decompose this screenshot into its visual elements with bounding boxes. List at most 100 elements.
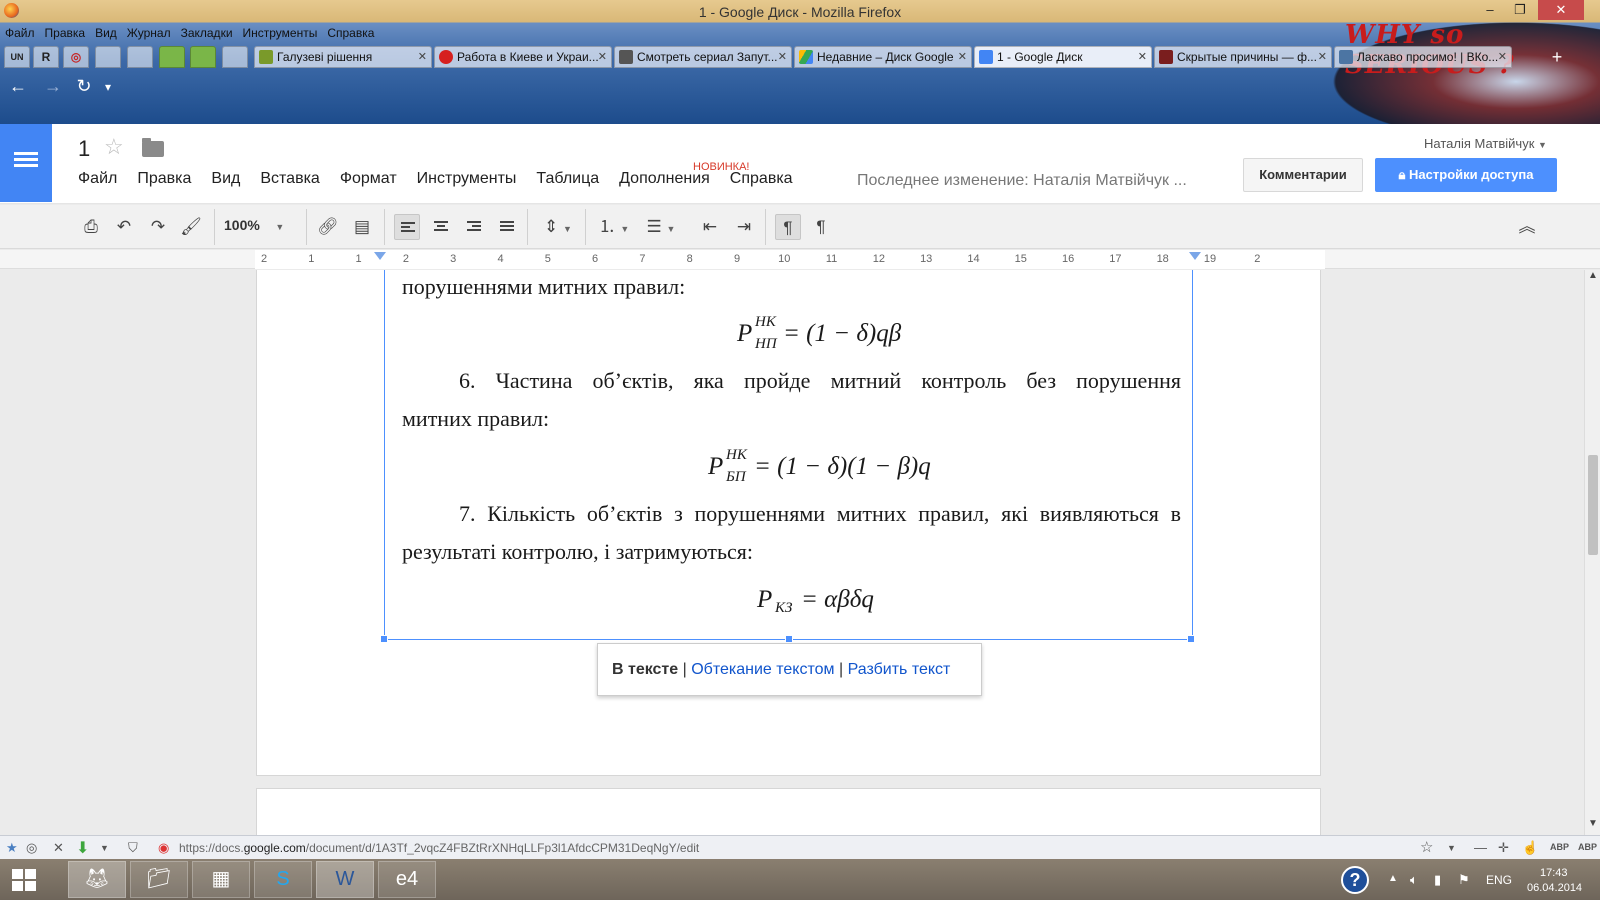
pinned-tab-5[interactable] bbox=[127, 46, 153, 68]
wrap-inline-option[interactable]: В тексте bbox=[612, 661, 678, 678]
file-explorer-taskbar-icon[interactable]: 📁︎ bbox=[130, 861, 188, 898]
tab-close-icon[interactable]: ✕ bbox=[598, 47, 607, 67]
url-field[interactable]: https://docs.google.com/document/d/1A3Tf… bbox=[179, 841, 699, 855]
tab-vk[interactable]: Ласкаво просимо! | ВКо... ✕ bbox=[1334, 46, 1512, 68]
menu-tools[interactable]: Инструменты bbox=[238, 24, 323, 42]
shield-icon[interactable]: ⛉ bbox=[128, 840, 138, 856]
tab-hh-jobs[interactable]: Работа в Киеве и Украи... ✕ bbox=[434, 46, 612, 68]
numbered-list-icon[interactable]: ⒈ ▼ bbox=[594, 214, 634, 240]
tab-close-icon[interactable]: ✕ bbox=[418, 47, 427, 67]
menu-view[interactable]: Вид bbox=[90, 24, 122, 42]
pinned-tab-6[interactable] bbox=[159, 46, 185, 68]
menu-help[interactable]: Справка bbox=[322, 24, 379, 42]
close-window-icon[interactable]: ✕ bbox=[1538, 0, 1584, 20]
tab-google-doc-active[interactable]: 1 - Google Диск ✕ bbox=[974, 46, 1152, 68]
pinned-tab-4[interactable] bbox=[95, 46, 121, 68]
share-button[interactable]: 🔒︎ Настройки доступа bbox=[1375, 158, 1557, 192]
tab-close-icon[interactable]: ✕ bbox=[778, 47, 787, 67]
scrollbar-thumb[interactable] bbox=[1588, 455, 1598, 555]
docs-menu-addons[interactable]: Дополнения bbox=[609, 170, 720, 188]
new-tab-plus-icon[interactable]: + bbox=[1546, 48, 1568, 68]
align-right-icon[interactable] bbox=[461, 214, 487, 240]
undo-icon[interactable]: ↶ bbox=[111, 214, 137, 240]
increase-indent-icon[interactable]: ⇥ bbox=[731, 214, 757, 240]
language-indicator[interactable]: ENG bbox=[1486, 873, 1512, 887]
align-left-icon[interactable] bbox=[394, 214, 420, 240]
help-question-icon[interactable]: ? bbox=[1341, 866, 1369, 894]
pinned-tab-un[interactable]: UN bbox=[4, 46, 30, 68]
close-icon[interactable]: ✕ bbox=[53, 840, 64, 856]
document-page-next[interactable] bbox=[256, 788, 1321, 835]
window-titlebar[interactable]: 1 - Google Диск - Mozilla Firefox – ❐ ✕ bbox=[0, 0, 1600, 23]
menu-edit[interactable]: Правка bbox=[40, 24, 91, 42]
back-arrow-icon[interactable]: ← bbox=[6, 76, 30, 97]
show-hidden-icons-chevron-icon[interactable]: ▲ bbox=[1388, 873, 1398, 884]
e4-taskbar-icon[interactable]: e4 bbox=[378, 861, 436, 898]
last-edit-link[interactable]: Последнее изменение: Наталія Матвійчук .… bbox=[857, 172, 1187, 190]
sync-icon[interactable]: ◎ bbox=[26, 840, 37, 856]
tab-series[interactable]: Смотреть сериал Запут... ✕ bbox=[614, 46, 792, 68]
tab-industry-solutions[interactable]: Галузеві рішення ✕ bbox=[254, 46, 432, 68]
menu-history[interactable]: Журнал bbox=[122, 24, 176, 42]
flag-icon[interactable]: ⚑ bbox=[1458, 872, 1470, 888]
pinned-tab-8[interactable] bbox=[222, 46, 248, 68]
tab-hidden-reasons[interactable]: Скрытые причины — ф... ✕ bbox=[1154, 46, 1332, 68]
tab-close-icon[interactable]: ✕ bbox=[1318, 47, 1327, 67]
decrease-indent-icon[interactable]: ⇤ bbox=[697, 214, 723, 240]
adblock-icon-2[interactable]: ABP bbox=[1578, 842, 1597, 852]
docs-menu-edit[interactable]: Правка bbox=[127, 170, 201, 188]
scroll-up-icon[interactable]: ▲ bbox=[1588, 270, 1598, 281]
bulleted-list-icon[interactable]: ☰ ▼ bbox=[641, 214, 681, 240]
bookmark-star-outline-icon[interactable]: ☆ bbox=[1420, 838, 1433, 856]
docs-menu-table[interactable]: Таблица bbox=[526, 170, 609, 188]
tab-close-icon[interactable]: ✕ bbox=[958, 47, 967, 67]
resize-handle-bottom-right[interactable] bbox=[1187, 635, 1195, 643]
minimize-icon[interactable]: – bbox=[1475, 0, 1505, 20]
forward-arrow-icon[interactable]: → bbox=[41, 76, 65, 97]
pinned-tab-target[interactable]: ◎ bbox=[63, 46, 89, 68]
site-identity-icon[interactable]: ◉ bbox=[158, 840, 169, 856]
restore-icon[interactable]: ❐ bbox=[1505, 0, 1535, 20]
left-indent-marker[interactable] bbox=[374, 252, 386, 260]
bookmark-star-icon[interactable]: ★ bbox=[6, 840, 18, 856]
collapse-chevron-up-icon[interactable]: ︽ bbox=[1514, 214, 1540, 240]
docs-menu-format[interactable]: Формат bbox=[330, 170, 407, 188]
break-text-option[interactable]: Разбить текст bbox=[848, 661, 951, 678]
scroll-down-icon[interactable]: ▼ bbox=[1588, 818, 1598, 829]
docs-menu-tools[interactable]: Инструменты bbox=[407, 170, 527, 188]
tab-drive-recent[interactable]: Недавние – Диск Google ✕ bbox=[794, 46, 972, 68]
selected-image[interactable]: порушеннями митних правил: P НК НП = (1 … bbox=[380, 270, 1195, 643]
ltr-paragraph-icon[interactable]: ¶ bbox=[775, 214, 801, 240]
docs-menu-insert[interactable]: Вставка bbox=[250, 170, 329, 188]
docs-menu-file[interactable]: Файл bbox=[68, 170, 127, 188]
docs-menu-help[interactable]: Справка bbox=[720, 170, 803, 188]
volume-icon[interactable]: 🔈︎ bbox=[1410, 872, 1418, 888]
wrap-text-option[interactable]: Обтекание текстом bbox=[691, 661, 834, 678]
vertical-scrollbar[interactable]: ▲ ▼ bbox=[1584, 270, 1600, 835]
docs-menu-view[interactable]: Вид bbox=[201, 170, 250, 188]
tab-close-icon[interactable]: ✕ bbox=[1138, 47, 1147, 67]
app-taskbar-icon[interactable]: ▦ bbox=[192, 861, 250, 898]
network-icon[interactable]: ▮ bbox=[1434, 872, 1441, 888]
resize-handle-bottom[interactable] bbox=[785, 635, 793, 643]
line-spacing-icon[interactable]: ⇕ ▼ bbox=[538, 214, 578, 240]
comment-icon[interactable]: ▤ bbox=[349, 214, 375, 240]
clock-time[interactable]: 17:43 bbox=[1540, 867, 1568, 879]
document-canvas[interactable]: порушеннями митних правил: P НК НП = (1 … bbox=[0, 270, 1584, 835]
download-arrow-icon[interactable]: ⬇ bbox=[76, 838, 89, 858]
star-icon[interactable]: ☆ bbox=[104, 134, 124, 160]
adblock-icon[interactable]: ABP bbox=[1550, 842, 1569, 852]
chevron-down-icon[interactable]: ▼ bbox=[1447, 843, 1456, 853]
skype-taskbar-icon[interactable]: S bbox=[254, 861, 312, 898]
resize-handle-bottom-left[interactable] bbox=[380, 635, 388, 643]
zoom-out-icon[interactable]: — bbox=[1474, 840, 1487, 855]
zoom-select[interactable]: 100% ▼ bbox=[224, 217, 296, 233]
clock-date[interactable]: 06.04.2014 bbox=[1527, 882, 1582, 894]
folder-icon[interactable] bbox=[142, 138, 164, 157]
word-taskbar-icon[interactable]: W bbox=[316, 861, 374, 898]
firefox-taskbar-icon[interactable]: 🦊︎ bbox=[68, 861, 126, 898]
reload-icon[interactable]: ↻ bbox=[72, 76, 96, 97]
zoom-in-icon[interactable]: ✛ bbox=[1498, 840, 1509, 856]
account-menu[interactable]: Наталія Матвійчук ▼ bbox=[1424, 136, 1547, 151]
paint-format-icon[interactable]: 🖌︎ bbox=[178, 214, 204, 240]
